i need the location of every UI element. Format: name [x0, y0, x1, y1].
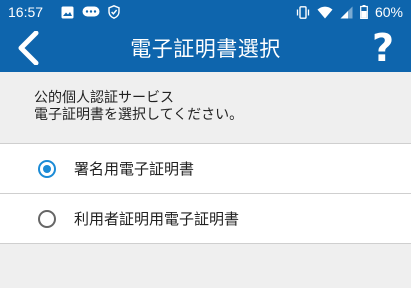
status-bar: 16:57 60%: [0, 0, 411, 24]
page-title: 電子証明書選択: [130, 37, 281, 61]
back-button[interactable]: [6, 28, 50, 68]
status-right: 60%: [296, 4, 403, 20]
vibrate-icon: [296, 5, 310, 19]
description-line-1: 公的個人認証サービス: [34, 90, 174, 106]
option-signature-certificate[interactable]: 署名用電子証明書: [0, 144, 411, 194]
status-left: 16:57: [8, 4, 120, 20]
status-time: 16:57: [8, 4, 44, 20]
radio-button-checked[interactable]: [38, 159, 56, 178]
certificate-options: 署名用電子証明書 利用者証明用電子証明書: [0, 143, 411, 244]
shield-check-icon: [108, 5, 120, 19]
radio-button-unchecked[interactable]: [38, 209, 56, 228]
app-bar: 電子証明書選択 ?: [0, 24, 411, 72]
wifi-icon: [317, 6, 333, 19]
option-user-certificate[interactable]: 利用者証明用電子証明書: [0, 194, 411, 244]
battery-percent: 60%: [374, 4, 403, 20]
signal-icon: [340, 6, 353, 19]
description: 公的個人認証サービス 電子証明書を選択してください。: [34, 90, 404, 124]
help-button[interactable]: ?: [361, 26, 405, 70]
battery-icon: [360, 5, 368, 19]
description-line-2: 電子証明書を選択してください。: [34, 107, 244, 123]
option-label: 署名用電子証明書: [74, 160, 195, 178]
chat-icon: [82, 6, 100, 19]
image-icon: [61, 6, 74, 19]
chevron-left-icon: [18, 31, 39, 65]
option-label: 利用者証明用電子証明書: [74, 210, 240, 228]
